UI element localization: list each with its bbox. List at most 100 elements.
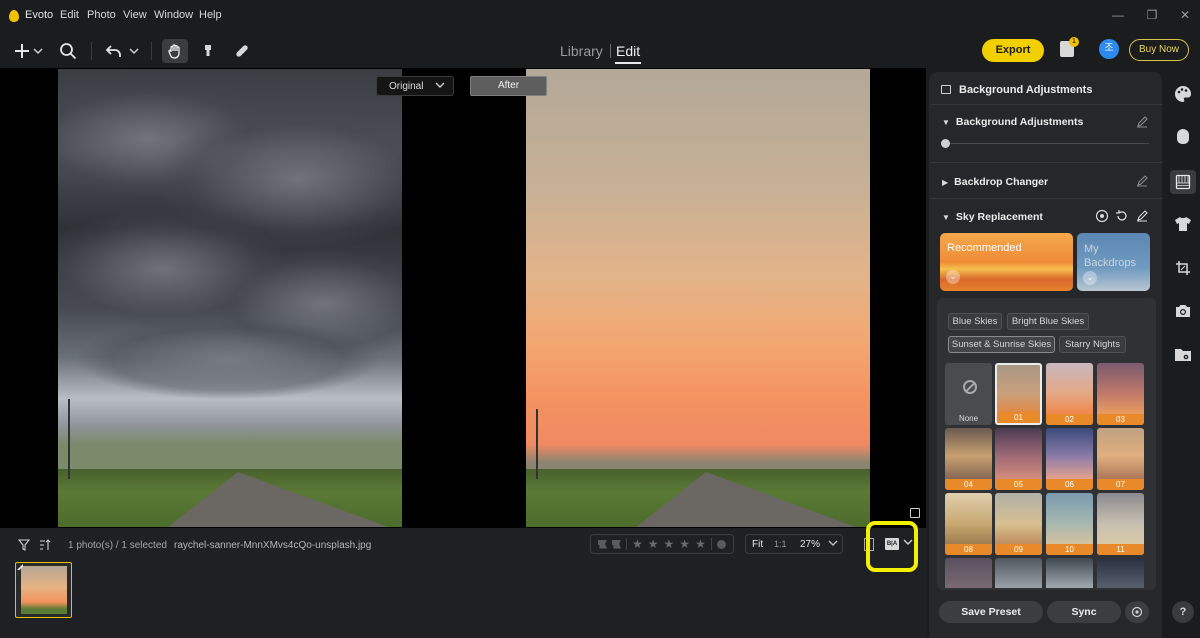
app-logo-icon — [9, 10, 19, 22]
sky-tile[interactable]: 10 — [1046, 493, 1093, 555]
sky-tile-label: 03 — [1097, 414, 1144, 425]
nav-divider — [610, 44, 611, 58]
minimize-icon[interactable]: — — [1111, 8, 1125, 22]
chip-blue-skies[interactable]: Blue Skies — [948, 313, 1002, 330]
chip-starry-nights[interactable]: Starry Nights — [1059, 336, 1126, 353]
menu-window[interactable]: Window — [154, 9, 193, 21]
sky-tile[interactable]: 11 — [1097, 493, 1144, 555]
sort-icon[interactable] — [39, 539, 51, 551]
brush-icon[interactable] — [197, 40, 219, 62]
star-icon[interactable]: ★ — [664, 538, 675, 550]
after-view-button[interactable]: After — [470, 76, 547, 96]
flag-pick-icon[interactable] — [598, 539, 607, 549]
palette-icon[interactable] — [1172, 83, 1194, 105]
star-icon[interactable]: ★ — [695, 538, 706, 550]
add-icon[interactable] — [11, 40, 33, 62]
toolbar-divider — [91, 42, 92, 60]
chip-bright-blue-skies[interactable]: Bright Blue Skies — [1007, 313, 1089, 330]
section-backdrop-changer[interactable]: ▶ Backdrop Changer — [942, 176, 1048, 188]
crop-icon[interactable] — [1172, 257, 1194, 279]
sky-tile[interactable]: 02 — [1046, 363, 1093, 425]
tab-edit[interactable]: Edit — [616, 43, 640, 59]
menu-edit[interactable]: Edit — [60, 9, 79, 21]
camera-icon[interactable] — [1172, 300, 1194, 322]
avatar[interactable]: 조 — [1099, 39, 1119, 59]
section-sky-replacement[interactable]: ▼ Sky Replacement — [942, 211, 1043, 223]
face-icon[interactable] — [1172, 126, 1194, 148]
sky-tile[interactable]: 07 — [1097, 428, 1144, 490]
sky-tile-label: 09 — [995, 544, 1042, 555]
flag-reject-icon[interactable] — [612, 539, 621, 549]
sync-button[interactable]: Sync — [1047, 601, 1121, 623]
original-view-select[interactable]: Original — [376, 76, 454, 96]
background-icon — [941, 85, 951, 94]
zoom-one-to-one-button[interactable]: 1:1 — [774, 539, 787, 549]
sky-tile-label: 11 — [1097, 544, 1144, 555]
bandage-icon[interactable] — [231, 40, 253, 62]
folder-view-icon[interactable] — [1172, 344, 1194, 366]
sky-tile[interactable]: 05 — [995, 428, 1042, 490]
menu-photo[interactable]: Photo — [87, 9, 116, 21]
background-slider-track[interactable] — [945, 143, 1149, 144]
none-icon — [963, 380, 977, 394]
star-icon[interactable]: ★ — [679, 538, 690, 550]
star-icon[interactable]: ★ — [632, 538, 643, 550]
rating-divider — [710, 538, 712, 550]
sky-tile[interactable]: 04 — [945, 428, 992, 490]
add-chevron-down-icon[interactable] — [31, 40, 45, 62]
before-after-chevron-down-icon[interactable] — [903, 537, 913, 547]
sky-tile-label: 06 — [1046, 479, 1093, 490]
chevron-down-icon[interactable]: ⌄ — [1083, 271, 1097, 285]
background-tool-icon[interactable] — [1172, 171, 1194, 193]
shirt-icon[interactable] — [1172, 213, 1194, 235]
before-after-icon[interactable]: B|A — [885, 538, 899, 550]
color-label-icon[interactable] — [716, 539, 726, 549]
sky-tile[interactable]: 08 — [945, 493, 992, 555]
search-icon[interactable] — [57, 40, 79, 62]
reset-icon[interactable] — [1115, 209, 1129, 223]
menu-view[interactable]: View — [123, 9, 147, 21]
sky-tile[interactable]: 03 — [1097, 363, 1144, 425]
sky-tile[interactable] — [1046, 558, 1093, 588]
chip-sunset-sunrise-skies[interactable]: Sunset & Sunrise Skies — [948, 336, 1055, 353]
sky-tile-label: 04 — [945, 479, 992, 490]
divider — [930, 162, 1162, 163]
edit-pen-icon[interactable] — [1136, 116, 1148, 128]
compare-icon[interactable] — [910, 508, 920, 518]
export-button[interactable]: Export — [982, 39, 1044, 62]
sync-settings-button[interactable] — [1125, 601, 1149, 623]
filter-icon[interactable] — [18, 539, 30, 551]
zoom-fit-button[interactable]: Fit — [752, 539, 763, 550]
edit-pen-icon[interactable] — [1136, 210, 1148, 222]
chevron-down-icon[interactable]: ⌄ — [946, 270, 960, 284]
close-icon[interactable]: ✕ — [1178, 8, 1192, 22]
sky-tile[interactable]: 09 — [995, 493, 1042, 555]
edit-pen-icon[interactable] — [1136, 175, 1148, 187]
after-road — [636, 472, 856, 527]
zoom-value[interactable]: 27% — [800, 539, 820, 550]
sky-tile[interactable]: 01 — [995, 363, 1042, 425]
sky-tile-label: 05 — [995, 479, 1042, 490]
caret-down-icon: ▼ — [942, 118, 950, 127]
background-slider-knob[interactable] — [941, 139, 950, 148]
sky-tile[interactable] — [995, 558, 1042, 588]
star-icon[interactable]: ★ — [648, 538, 659, 550]
section-background-adjustments[interactable]: ▼ Background Adjustments — [942, 116, 1083, 128]
restore-icon[interactable]: ❐ — [1145, 8, 1159, 22]
app-name: Evoto — [25, 9, 54, 21]
sky-tile[interactable]: 06 — [1046, 428, 1093, 490]
buy-now-button[interactable]: Buy Now — [1129, 39, 1189, 61]
caret-down-icon: ▼ — [942, 213, 950, 222]
help-icon[interactable]: ? — [1172, 601, 1194, 623]
tab-library[interactable]: Library — [560, 43, 603, 59]
undo-chevron-down-icon[interactable] — [127, 40, 141, 62]
undo-icon[interactable] — [103, 40, 125, 62]
sky-tile[interactable] — [1097, 558, 1144, 588]
zoom-chevron-down-icon[interactable] — [828, 538, 838, 548]
save-preset-button[interactable]: Save Preset — [939, 601, 1043, 623]
chevron-down-icon — [435, 80, 445, 90]
hand-icon[interactable] — [164, 40, 186, 62]
menu-help[interactable]: Help — [199, 9, 222, 21]
eye-icon[interactable] — [1095, 209, 1109, 223]
sky-tile[interactable] — [945, 558, 992, 588]
